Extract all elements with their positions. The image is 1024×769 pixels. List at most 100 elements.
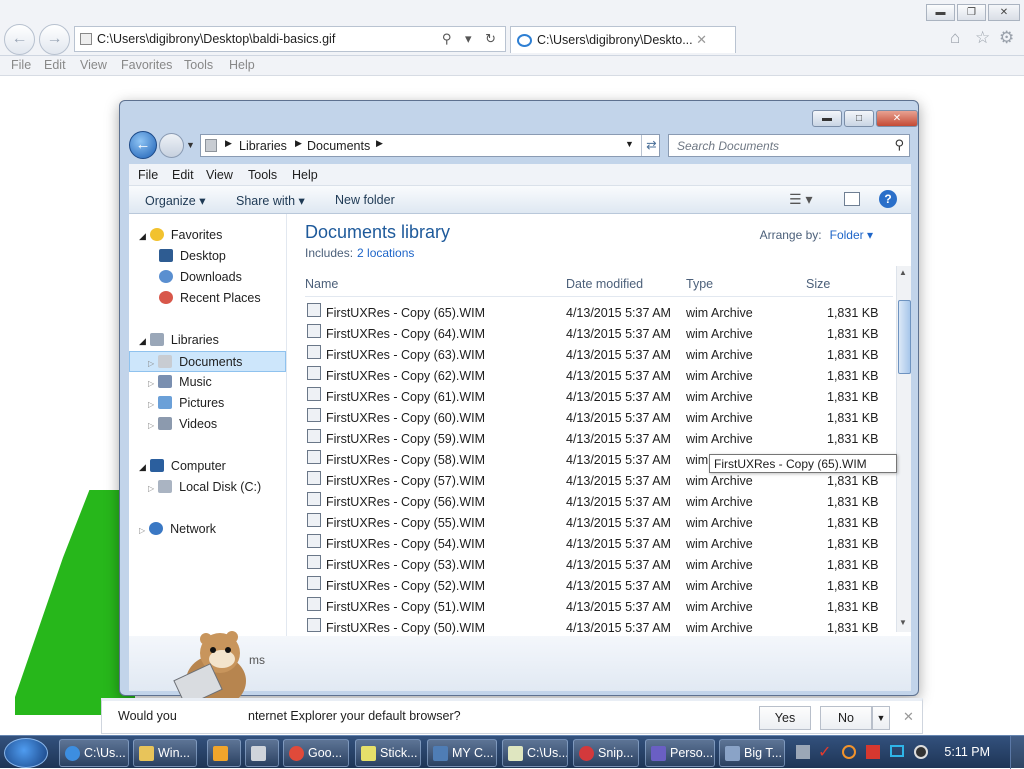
vertical-scrollbar[interactable]: ▲ ▼ <box>896 266 911 632</box>
explorer-address-bar[interactable]: ▶ Libraries ▶ Documents ▶ ▼ ⇄ <box>200 134 660 157</box>
help-icon[interactable]: ? <box>879 190 897 208</box>
ie-menu-file[interactable]: File <box>11 58 31 72</box>
browser-forward-button[interactable]: → <box>39 24 70 55</box>
collapse-icon[interactable]: ◢ <box>139 336 146 346</box>
share-with-button[interactable]: Share with ▾ <box>236 193 305 208</box>
home-icon[interactable]: ⌂ <box>950 28 960 48</box>
taskbar-media-button[interactable] <box>207 739 241 767</box>
show-desktop-button[interactable] <box>1010 736 1024 769</box>
browser-address-bar[interactable]: C:\Users\digibrony\Desktop\baldi-basics.… <box>74 26 506 52</box>
gear-icon[interactable]: ⚙ <box>999 28 1014 48</box>
nav-downloads[interactable]: Downloads <box>129 267 286 288</box>
flag-icon[interactable] <box>866 745 880 759</box>
taskbar-snipping-button[interactable]: Snip... <box>573 739 639 767</box>
nav-libraries[interactable]: ◢ Libraries <box>129 330 286 351</box>
yes-button[interactable]: Yes <box>759 706 811 730</box>
new-tab-button[interactable] <box>738 26 772 53</box>
ie-menu-tools[interactable]: Tools <box>184 58 213 72</box>
notification-close-icon[interactable]: ✕ <box>903 709 914 725</box>
organize-button[interactable]: Organize ▾ <box>145 193 205 208</box>
expand-icon[interactable]: ▷ <box>148 421 154 430</box>
breadcrumb-libraries[interactable]: Libraries <box>239 139 287 153</box>
explorer-close-button[interactable]: ✕ <box>876 110 918 127</box>
column-name[interactable]: Name <box>305 277 338 291</box>
file-row[interactable]: FirstUXRes - Copy (60).WIM 4/13/2015 5:37… <box>305 408 891 429</box>
browser-close-button[interactable]: ✕ <box>988 4 1020 21</box>
collapse-icon[interactable]: ◢ <box>139 462 146 472</box>
menu-file[interactable]: File <box>138 168 158 182</box>
nav-computer[interactable]: ◢ Computer <box>129 456 286 477</box>
taskbar-personalize-button[interactable]: Perso... <box>645 739 715 767</box>
column-date-modified[interactable]: Date modified <box>566 277 643 291</box>
file-row[interactable]: FirstUXRes - Copy (57).WIM 4/13/2015 5:37… <box>305 471 891 492</box>
taskbar-chrome-button[interactable]: Goo... <box>283 739 349 767</box>
taskbar-explorer-button[interactable]: Win... <box>133 739 197 767</box>
expand-icon[interactable]: ▷ <box>148 484 154 493</box>
new-folder-button[interactable]: New folder <box>335 193 395 207</box>
ie-menu-help[interactable]: Help <box>229 58 255 72</box>
scroll-down-icon[interactable]: ▼ <box>899 618 907 627</box>
explorer-forward-button[interactable] <box>159 133 184 158</box>
file-row[interactable]: FirstUXRes - Copy (61).WIM 4/13/2015 5:37… <box>305 387 891 408</box>
no-button[interactable]: No <box>820 706 872 730</box>
ie-menu-edit[interactable]: Edit <box>44 58 66 72</box>
column-size[interactable]: Size <box>806 277 830 291</box>
collapse-icon[interactable]: ◢ <box>139 231 146 241</box>
browser-back-button[interactable]: ← <box>4 24 35 55</box>
menu-edit[interactable]: Edit <box>172 168 194 182</box>
address-tools[interactable]: ⚲ ▾ ↻ <box>442 31 501 47</box>
address-dropdown-icon[interactable]: ▼ <box>625 139 634 149</box>
column-type[interactable]: Type <box>686 277 713 291</box>
menu-tools[interactable]: Tools <box>248 168 277 182</box>
ie-menu-view[interactable]: View <box>80 58 107 72</box>
browser-minimize-button[interactable]: ▬ <box>926 4 955 21</box>
media-icon[interactable] <box>914 745 928 759</box>
file-row[interactable]: FirstUXRes - Copy (64).WIM 4/13/2015 5:37… <box>305 324 891 345</box>
search-icon[interactable]: ⚲ <box>894 137 904 153</box>
clock[interactable]: 5:11 PM <box>944 745 990 759</box>
file-row[interactable]: FirstUXRes - Copy (54).WIM 4/13/2015 5:37… <box>305 534 891 555</box>
favorites-star-icon[interactable]: ☆ <box>975 28 990 48</box>
expand-icon[interactable]: ▷ <box>148 400 154 409</box>
nav-music[interactable]: ▷ Music <box>129 372 286 393</box>
explorer-minimize-button[interactable]: ▬ <box>812 110 842 127</box>
nav-local-disk[interactable]: ▷ Local Disk (C:) <box>129 477 286 498</box>
browser-tab[interactable]: C:\Users\digibrony\Deskto... ✕ <box>510 26 736 53</box>
nav-network[interactable]: ▷ Network <box>129 519 286 540</box>
browser-restore-button[interactable]: ❐ <box>957 4 986 21</box>
file-row[interactable]: FirstUXRes - Copy (59).WIM 4/13/2015 5:37… <box>305 429 891 450</box>
start-button[interactable] <box>4 738 48 768</box>
locations-link[interactable]: 2 locations <box>357 246 414 260</box>
nav-recent-places[interactable]: Recent Places <box>129 288 286 309</box>
view-options-icon[interactable]: ☰ ▾ <box>789 191 812 208</box>
tray-icon[interactable] <box>796 745 810 759</box>
file-row[interactable]: FirstUXRes - Copy (51).WIM 4/13/2015 5:37… <box>305 597 891 618</box>
breadcrumb-documents[interactable]: Documents <box>307 139 370 153</box>
menu-view[interactable]: View <box>206 168 233 182</box>
nav-videos[interactable]: ▷ Videos <box>129 414 286 435</box>
recent-pages-chevron-icon[interactable]: ▼ <box>186 140 195 150</box>
expand-icon[interactable]: ▷ <box>148 359 154 368</box>
file-row[interactable]: FirstUXRes - Copy (65).WIM 4/13/2015 5:37… <box>305 303 891 324</box>
scroll-thumb[interactable] <box>898 300 911 374</box>
expand-icon[interactable]: ▷ <box>139 526 145 535</box>
tray-check-icon[interactable]: ✓ <box>818 742 831 762</box>
file-row[interactable]: FirstUXRes - Copy (62).WIM 4/13/2015 5:37… <box>305 366 891 387</box>
tab-close-icon[interactable]: ✕ <box>696 32 707 48</box>
arrange-dropdown[interactable]: Folder ▾ <box>830 228 873 242</box>
preview-pane-icon[interactable] <box>844 192 860 206</box>
file-row[interactable]: FirstUXRes - Copy (53).WIM 4/13/2015 5:37… <box>305 555 891 576</box>
taskbar-notepad-button[interactable]: C:\Us... <box>502 739 568 767</box>
taskbar-ie-button[interactable]: C:\Us... <box>59 739 129 767</box>
explorer-back-button[interactable]: ← <box>129 131 157 159</box>
nav-desktop[interactable]: Desktop <box>129 246 286 267</box>
menu-help[interactable]: Help <box>292 168 318 182</box>
search-input[interactable]: Search Documents ⚲ <box>668 134 910 157</box>
taskbar-bigt-button[interactable]: Big T... <box>719 739 785 767</box>
nav-documents[interactable]: ▷ Documents <box>129 351 286 372</box>
nav-pictures[interactable]: ▷ Pictures <box>129 393 286 414</box>
file-row[interactable]: FirstUXRes - Copy (52).WIM 4/13/2015 5:37… <box>305 576 891 597</box>
expand-icon[interactable]: ▷ <box>148 379 154 388</box>
taskbar-mycomputer-button[interactable]: MY C... <box>427 739 497 767</box>
ie-menu-favorites[interactable]: Favorites <box>121 58 172 72</box>
